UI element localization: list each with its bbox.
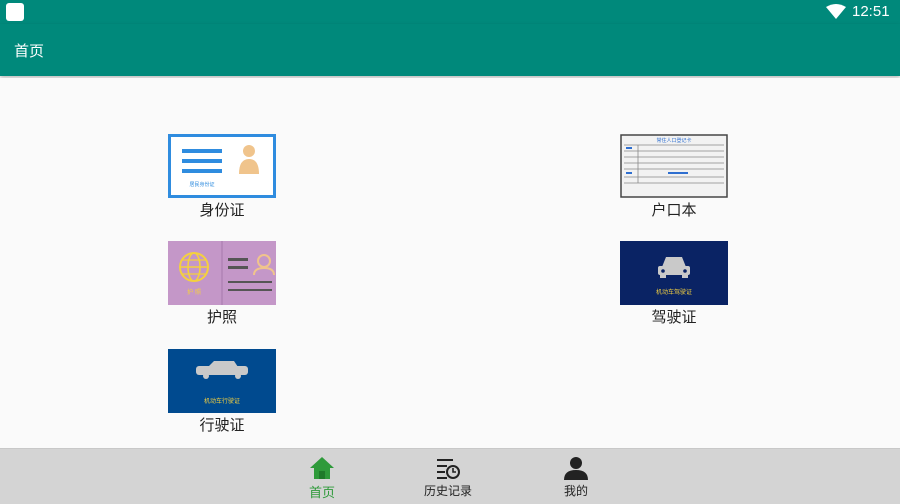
svg-text:机动车行驶证: 机动车行驶证 bbox=[204, 397, 240, 405]
card-driver-license[interactable]: 机动车驾驶证 驾驶证 bbox=[614, 241, 734, 327]
svg-text:居民身份证: 居民身份证 bbox=[189, 181, 214, 188]
card-label-passport: 护照 bbox=[206, 308, 237, 326]
app-bar: 首页 bbox=[0, 24, 900, 76]
card-household-register[interactable]: 常住人口登记卡 户口本 bbox=[614, 134, 734, 220]
svg-text:护 照: 护 照 bbox=[187, 288, 201, 296]
history-icon bbox=[437, 459, 460, 479]
nav-item-history[interactable]: 历史记录 bbox=[408, 453, 488, 501]
page-title: 首页 bbox=[14, 42, 45, 60]
svg-text:常住人口登记卡: 常住人口登记卡 bbox=[656, 137, 691, 144]
passport-icon: 护 照 bbox=[168, 241, 276, 305]
status-time: 12:51 bbox=[852, 3, 890, 20]
card-vehicle-license[interactable]: 机动车行驶证 行驶证 bbox=[162, 349, 282, 435]
home-icon bbox=[310, 457, 334, 479]
nav-label-home: 首页 bbox=[308, 486, 335, 501]
nav-label-profile: 我的 bbox=[563, 484, 588, 498]
svg-text:机动车驾驶证: 机动车驾驶证 bbox=[656, 288, 692, 296]
card-label-household-register: 户口本 bbox=[651, 201, 697, 219]
profile-icon bbox=[564, 457, 588, 480]
nav-item-home[interactable]: 首页 bbox=[282, 453, 362, 501]
wifi-icon bbox=[826, 4, 846, 19]
bottom-nav: 首页 历史记录 我的 bbox=[0, 448, 900, 504]
nav-label-history: 历史记录 bbox=[423, 484, 472, 498]
status-bar: 12:51 bbox=[0, 0, 900, 24]
household-register-icon: 常住人口登记卡 bbox=[620, 134, 728, 198]
card-label-vehicle-license: 行驶证 bbox=[199, 416, 245, 434]
notification-icon bbox=[6, 3, 24, 21]
vehicle-license-icon: 机动车行驶证 bbox=[168, 349, 276, 413]
driver-license-icon: 机动车驾驶证 bbox=[620, 241, 728, 305]
nav-item-profile[interactable]: 我的 bbox=[536, 453, 616, 501]
card-label-driver-license: 驾驶证 bbox=[651, 308, 697, 326]
card-label-id-card: 身份证 bbox=[199, 201, 245, 219]
card-id-card[interactable]: 居民身份证 身份证 bbox=[162, 134, 282, 220]
document-grid: 居民身份证 身份证 常住人口登记卡 户口本 护 照 护照 机动车驾驶证 驾驶证 … bbox=[0, 78, 900, 448]
id-card-icon: 居民身份证 bbox=[168, 134, 276, 198]
card-passport[interactable]: 护 照 护照 bbox=[162, 241, 282, 327]
